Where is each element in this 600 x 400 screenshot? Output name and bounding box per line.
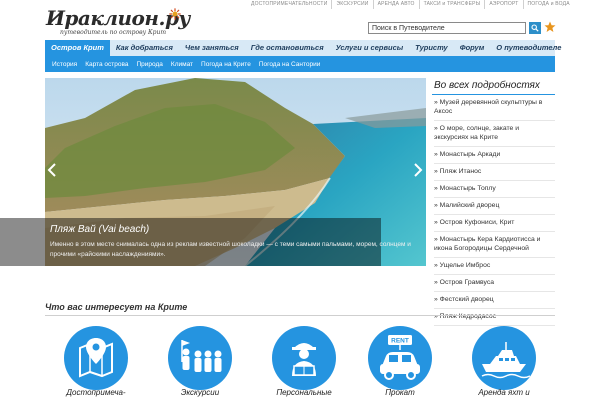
sidebar-title: Во всех подробностях xyxy=(434,80,540,91)
sidebar-list: » Музей деревянной скульптуры в Аксос » … xyxy=(434,97,555,328)
sidebar-link[interactable]: » Ущелье Имброс xyxy=(434,260,555,275)
interest-excursions[interactable]: Экскурсии xyxy=(168,326,232,400)
search-input[interactable] xyxy=(368,22,526,34)
interest-personal[interactable]: Персональные xyxy=(272,326,336,400)
interest-label: Достопримеча- xyxy=(66,388,126,397)
guide-group-icon xyxy=(181,340,222,372)
rent-car-icon: RENT xyxy=(380,335,420,380)
interest-label: Прокат xyxy=(385,388,415,397)
sidebar-divider xyxy=(432,94,555,95)
yacht-icon xyxy=(481,342,531,379)
sidebar-link[interactable]: » Остров Грамвуса xyxy=(434,277,555,292)
nav-item-services[interactable]: Услуги и сервисы xyxy=(330,40,410,56)
sub-nav-history[interactable]: История xyxy=(48,61,81,68)
interest-label: Экскурсии xyxy=(180,388,220,397)
sidebar-link[interactable]: » Остров Куфониси, Крит xyxy=(434,217,555,232)
rent-sign-text: RENT xyxy=(391,338,409,345)
sidebar-link[interactable]: » Монастырь Аркади xyxy=(434,149,555,164)
sub-nav: История Карта острова Природа Климат Пог… xyxy=(45,56,555,72)
nav-item-what-to-do[interactable]: Чем заняться xyxy=(179,40,245,56)
top-link-weather[interactable]: ПОГОДА и ВОДА xyxy=(522,0,574,9)
sidebar-link[interactable]: » Пляж Итанос xyxy=(434,166,555,181)
sidebar-link[interactable]: » Фестский дворец xyxy=(434,294,555,309)
nav-item-crete-island[interactable]: Остров Крит xyxy=(45,40,110,56)
nav-item-tourist[interactable]: Туристу xyxy=(409,40,454,56)
sidebar-link[interactable]: » Пляж Кедродасос xyxy=(434,311,555,326)
top-link-taxi[interactable]: ТАКСИ и ТРАНСФЕРЫ xyxy=(418,0,485,9)
sun-emblem-icon xyxy=(169,8,181,20)
map-pin-icon xyxy=(79,338,113,378)
nav-item-forum[interactable]: Форум xyxy=(454,40,491,56)
interest-rental[interactable]: RENT Прокат xyxy=(368,326,432,400)
sub-nav-nature[interactable]: Природа xyxy=(132,61,166,68)
sub-nav-island-map[interactable]: Карта острова xyxy=(81,61,132,68)
interest-sights[interactable]: Достопримеча- xyxy=(64,326,128,400)
hero-description: Именно в этом месте снималась одна из ре… xyxy=(50,241,411,258)
logo-title: Ираклион.ру xyxy=(46,6,190,30)
top-link-sights[interactable]: ДОСТОПРИМЕЧАТЕЛЬНОСТИ xyxy=(247,0,331,9)
sidebar-link[interactable]: » О море, солнце, закате и экскурсиях на… xyxy=(434,123,555,147)
logo-subtitle: путеводитель по острову Крит xyxy=(60,29,167,36)
top-link-airport[interactable]: АЭРОПОРТ xyxy=(484,0,522,9)
interest-yachts[interactable]: Аренда яхт и xyxy=(472,326,536,400)
search-button[interactable] xyxy=(529,22,541,34)
star-icon xyxy=(544,21,556,32)
sidebar-link[interactable]: » Монастырь Топлу xyxy=(434,183,555,198)
sidebar-link[interactable]: » Монастырь Кера Кардиотисса и икона Бог… xyxy=(434,234,555,258)
hero-title[interactable]: Пляж Вай (Vai beach) xyxy=(50,224,149,235)
interests-divider xyxy=(45,315,555,316)
favorite-button[interactable] xyxy=(543,20,557,34)
chevron-right-icon[interactable] xyxy=(413,163,423,177)
top-links: ДОСТОПРИМЕЧАТЕЛЬНОСТИ ЭКСКУРСИИ АРЕНДА А… xyxy=(247,0,600,9)
interest-label: Аренда яхт и xyxy=(478,388,530,397)
sidebar-link[interactable]: » Музей деревянной скульптуры в Аксос xyxy=(434,97,555,121)
sidebar-link[interactable]: » Малийский дворец xyxy=(434,200,555,215)
nav-item-about[interactable]: О путеводителе xyxy=(490,40,567,56)
interest-label: Персональные xyxy=(276,388,332,397)
main-nav: Остров Крит Как добраться Чем заняться Г… xyxy=(45,40,561,56)
personal-guide-icon xyxy=(292,343,316,376)
site-logo[interactable]: Ираклион.ру путеводитель по острову Крит xyxy=(46,6,190,40)
nav-item-where-to-stay[interactable]: Где остановиться xyxy=(245,40,330,56)
chevron-left-icon[interactable] xyxy=(47,163,57,177)
top-link-car-rental[interactable]: АРЕНДА АВТО xyxy=(372,0,419,9)
sub-nav-santorini-weather[interactable]: Погода на Сантории xyxy=(255,61,325,68)
sub-nav-crete-weather[interactable]: Погода на Крите xyxy=(197,61,255,68)
nav-item-how-to-get[interactable]: Как добраться xyxy=(110,40,179,56)
sub-nav-climate[interactable]: Климат xyxy=(167,61,197,68)
search-icon xyxy=(531,24,539,32)
interests-title: Что вас интересует на Крите xyxy=(45,302,188,312)
top-link-excursions[interactable]: ЭКСКУРСИИ xyxy=(331,0,372,9)
